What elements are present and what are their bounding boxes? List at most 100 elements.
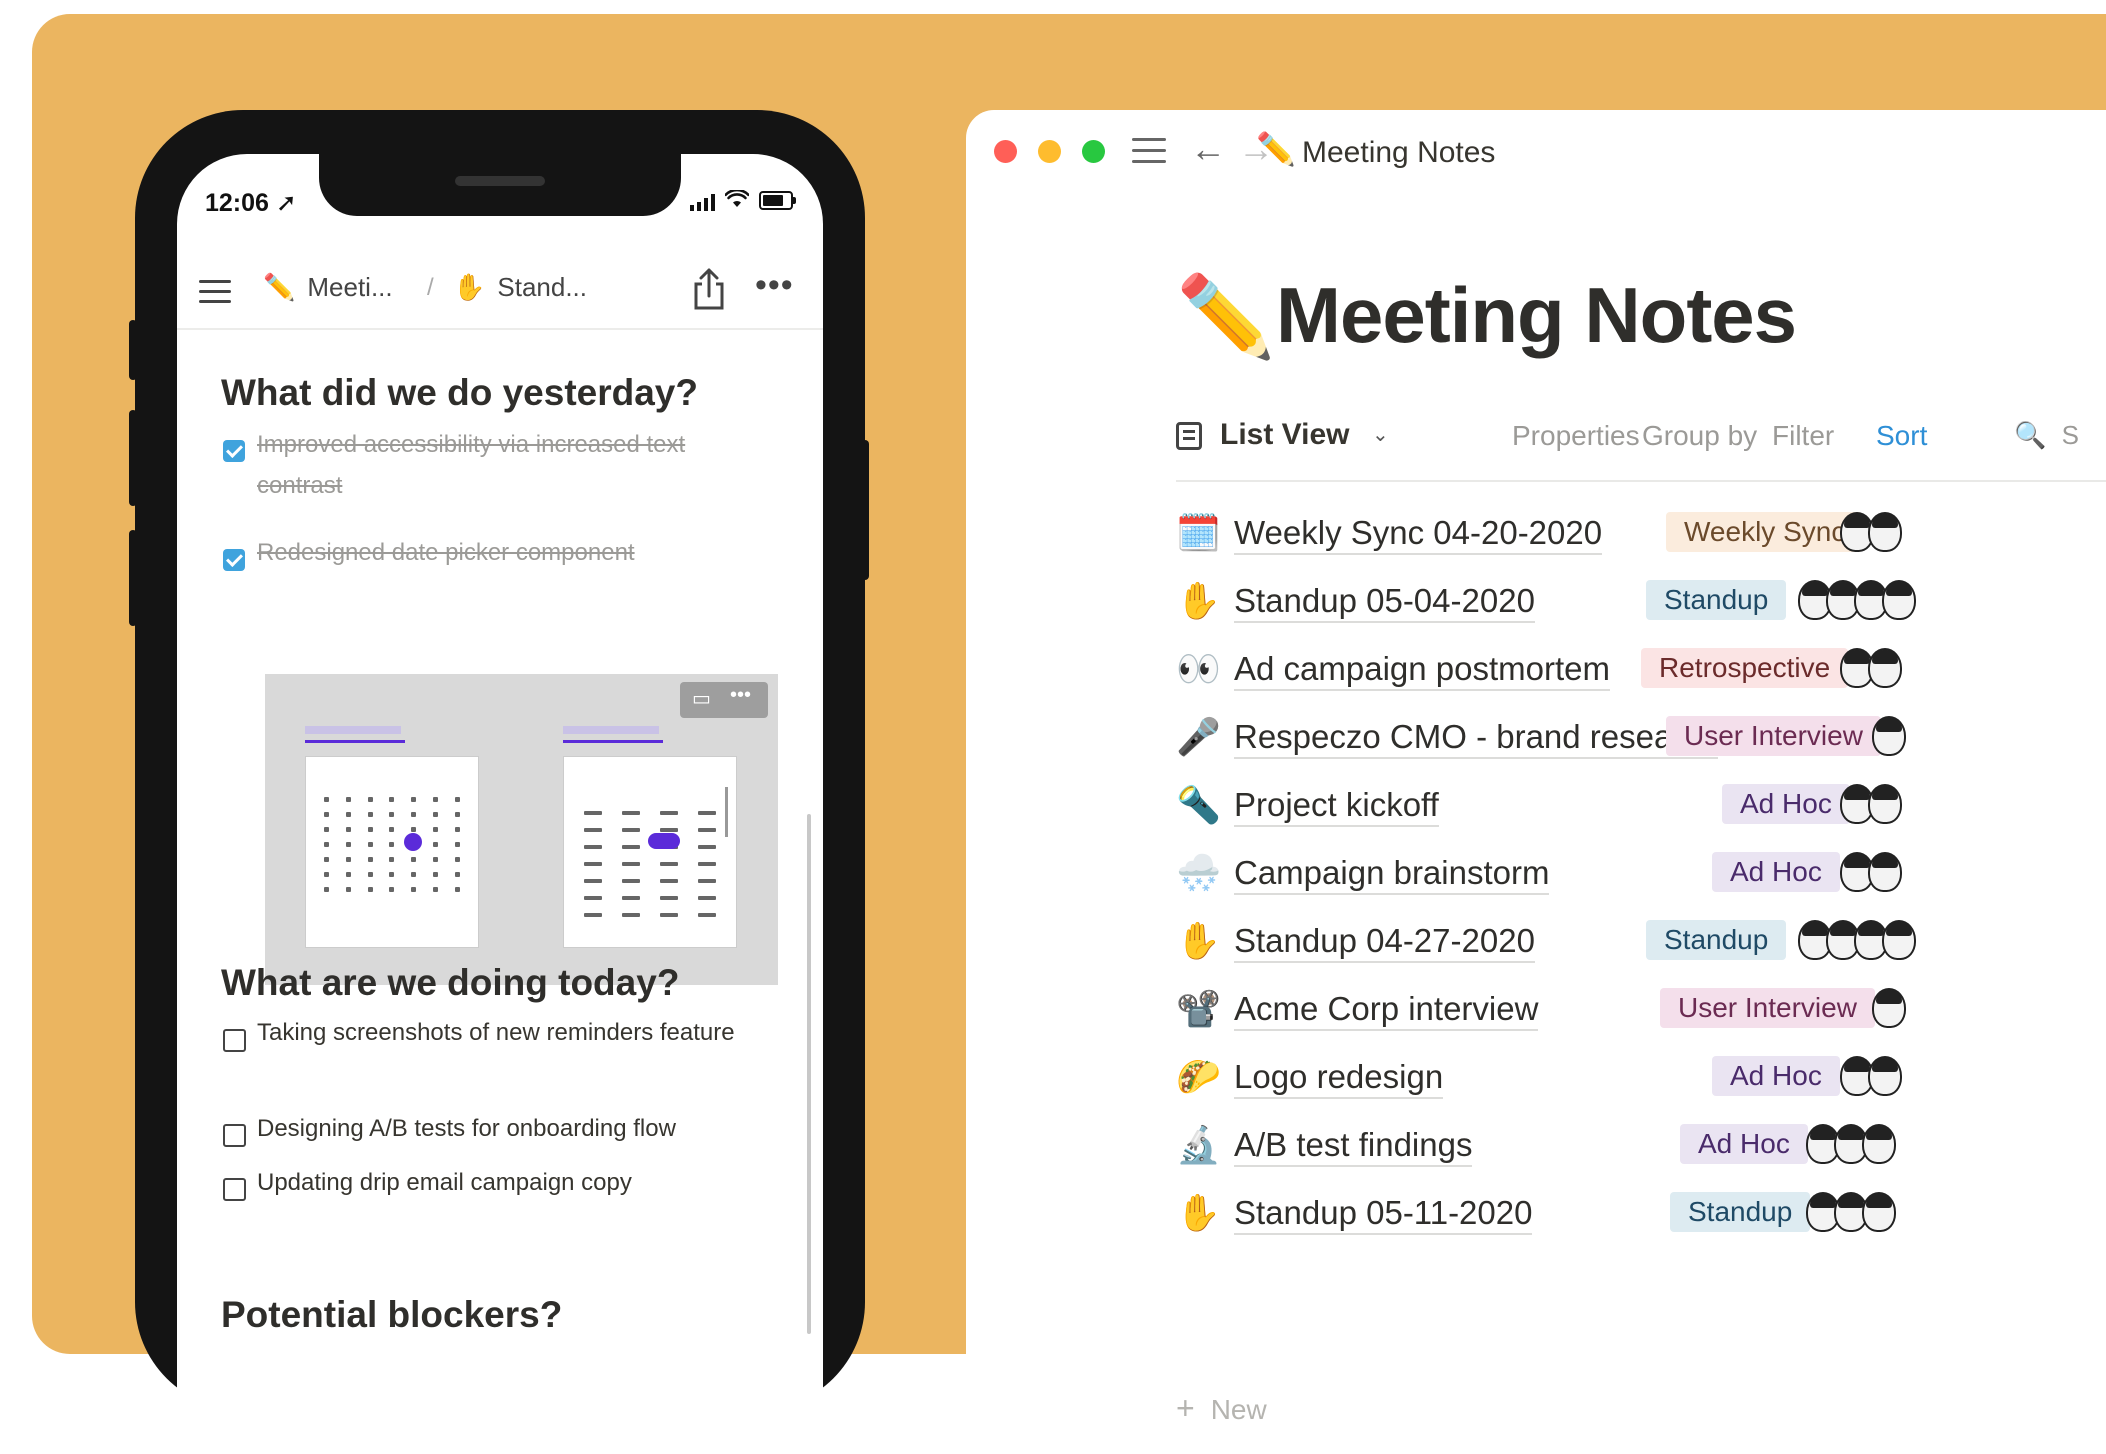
date-picker-embed-image[interactable]: ▭ ••• [265, 674, 778, 985]
row-title[interactable]: Ad campaign postmortem [1234, 650, 1611, 691]
attendee-avatars[interactable] [1840, 1056, 1902, 1096]
checkbox-unchecked[interactable] [223, 1029, 246, 1052]
attendee-avatars[interactable] [1806, 1124, 1896, 1164]
maximize-window-button[interactable] [1082, 140, 1105, 163]
chevron-down-icon[interactable]: ⌄ [1372, 422, 1389, 447]
row-title[interactable]: Standup 04-27-2020 [1234, 922, 1535, 963]
raised-hand-icon: ✋ [453, 272, 486, 302]
microphone-icon: 🎤 [1176, 716, 1221, 757]
avatar-icon [1862, 1192, 1896, 1232]
phone-volume-up [129, 410, 137, 506]
phone-speaker [455, 176, 545, 186]
sidebar-toggle-icon[interactable] [1132, 138, 1166, 164]
hamburger-menu-icon[interactable] [199, 280, 231, 303]
row-title[interactable]: Acme Corp interview [1234, 990, 1539, 1031]
phone-screen: 12:06 ➚ ✏️ Meeti... / ✋ Stand... ••• Wha… [177, 154, 823, 1454]
list-row[interactable]: 📽️ Acme Corp interview User Interview [1176, 976, 2106, 1044]
checkbox-unchecked[interactable] [223, 1178, 246, 1201]
sort-button[interactable]: Sort [1876, 420, 1927, 452]
meeting-type-tag: Ad Hoc [1712, 852, 1840, 892]
row-title[interactable]: Standup 05-11-2020 [1234, 1194, 1533, 1235]
wifi-icon [724, 188, 750, 211]
avatar-icon [1862, 1124, 1896, 1164]
calendar-icon: 🗓️ [1176, 512, 1221, 553]
list-row[interactable]: 🎤 Respeczo CMO - brand research User Inter… [1176, 704, 2106, 772]
task-text[interactable]: Improved accessibility via increased tex… [257, 424, 777, 506]
status-time: 12:06 ➚ [205, 189, 297, 217]
picker-field-label [563, 726, 659, 734]
row-title[interactable]: Standup 05-04-2020 [1234, 582, 1535, 623]
section-heading-yesterday: What did we do yesterday? [221, 372, 698, 413]
list-row[interactable]: 🌨️ Campaign brainstorm Ad Hoc [1176, 840, 2106, 908]
filter-button[interactable]: Filter [1772, 420, 1834, 452]
checkbox-checked[interactable] [223, 440, 245, 462]
phone-notch [319, 154, 681, 216]
database-toolbar: List View ⌄ Properties Group by Filter S… [1176, 410, 2106, 482]
row-title[interactable]: A/B test findings [1234, 1126, 1473, 1167]
search-icon: 🔍 [2014, 420, 2047, 450]
more-icon[interactable]: ••• [730, 684, 751, 707]
flashlight-icon: 🔦 [1176, 784, 1221, 825]
comment-icon[interactable]: ▭ [692, 686, 711, 711]
task-text[interactable]: Updating drip email campaign copy [257, 1162, 777, 1203]
meeting-type-tag: Ad Hoc [1722, 784, 1850, 824]
mobile-scrollbar[interactable] [807, 814, 811, 1334]
search-label: S [2061, 420, 2079, 450]
attendee-avatars[interactable] [1840, 512, 1902, 552]
page-title[interactable]: Meeting Notes [1276, 270, 1797, 361]
attendee-avatars[interactable] [1806, 1192, 1896, 1232]
new-item-button[interactable]: + New [1176, 1390, 1283, 1427]
list-row[interactable]: 👀 Ad campaign postmortem Retrospective [1176, 636, 2106, 704]
properties-button[interactable]: Properties [1512, 420, 1640, 452]
breadcrumb-meeting-notes[interactable]: ✏️ Meeti... [263, 272, 393, 303]
list-row[interactable]: 🔦 Project kickoff Ad Hoc [1176, 772, 2106, 840]
list-row[interactable]: ✋ Standup 04-27-2020 Standup [1176, 908, 2106, 976]
section-heading-today: What are we doing today? [221, 962, 680, 1003]
meeting-type-tag: User Interview [1660, 988, 1875, 1028]
pencil-icon: ✏️ [1256, 131, 1296, 167]
attendee-avatars[interactable] [1798, 580, 1916, 620]
view-selector[interactable]: List View [1220, 418, 1350, 452]
search-button[interactable]: 🔍 S [2014, 420, 2079, 451]
list-row[interactable]: 🗓️ Weekly Sync 04-20-2020 Weekly Sync [1176, 500, 2106, 568]
list-row[interactable]: 🔬 A/B test findings Ad Hoc [1176, 1112, 2106, 1180]
share-icon[interactable] [689, 266, 729, 312]
meeting-type-tag: Standup [1646, 580, 1787, 620]
meeting-type-tag: User Interview [1666, 716, 1881, 756]
list-row[interactable]: ✋ Standup 05-04-2020 Standup [1176, 568, 2106, 636]
more-options-icon[interactable]: ••• [755, 266, 794, 305]
embed-toolbar: ▭ ••• [680, 682, 768, 718]
plus-icon: + [1176, 1390, 1195, 1426]
attendee-avatars[interactable] [1840, 784, 1902, 824]
list-row[interactable]: ✋ Standup 05-11-2020 Standup [1176, 1180, 2106, 1248]
back-arrow-icon[interactable]: ← [1190, 128, 1226, 170]
attendee-avatars[interactable] [1872, 716, 1906, 756]
task-text[interactable]: Taking screenshots of new reminders feat… [257, 1012, 777, 1053]
task-text[interactable]: Designing A/B tests for onboarding flow [257, 1108, 777, 1149]
attendee-avatars[interactable] [1840, 648, 1902, 688]
minimize-window-button[interactable] [1038, 140, 1061, 163]
close-window-button[interactable] [994, 140, 1017, 163]
list-row[interactable]: 🌮 Logo redesign Ad Hoc [1176, 1044, 2106, 1112]
page-icon-pencil-icon[interactable]: ✏️ [1176, 270, 1276, 364]
window-page-title[interactable]: Meeting Notes [1302, 136, 1495, 170]
breadcrumb-standup[interactable]: ✋ Stand... [453, 272, 587, 303]
avatar-icon [1868, 512, 1902, 552]
checkbox-checked[interactable] [223, 549, 245, 571]
pencil-icon: ✏️ [263, 272, 296, 302]
row-title[interactable]: Project kickoff [1234, 786, 1439, 827]
row-title[interactable]: Campaign brainstorm [1234, 854, 1550, 895]
attendee-avatars[interactable] [1872, 988, 1906, 1028]
meeting-type-tag: Standup [1670, 1192, 1811, 1232]
raised-hand-icon: ✋ [1176, 580, 1221, 621]
task-text[interactable]: Redesigned date picker component [257, 532, 777, 573]
attendee-avatars[interactable] [1798, 920, 1916, 960]
row-title[interactable]: Logo redesign [1234, 1058, 1444, 1099]
calendar-day-picker [305, 756, 479, 948]
row-title[interactable]: Respeczo CMO - brand research [1234, 718, 1719, 759]
group-by-button[interactable]: Group by [1642, 420, 1757, 452]
checkbox-unchecked[interactable] [223, 1124, 246, 1147]
row-title[interactable]: Weekly Sync 04-20-2020 [1234, 514, 1603, 555]
attendee-avatars[interactable] [1840, 852, 1902, 892]
avatar-icon [1868, 852, 1902, 892]
